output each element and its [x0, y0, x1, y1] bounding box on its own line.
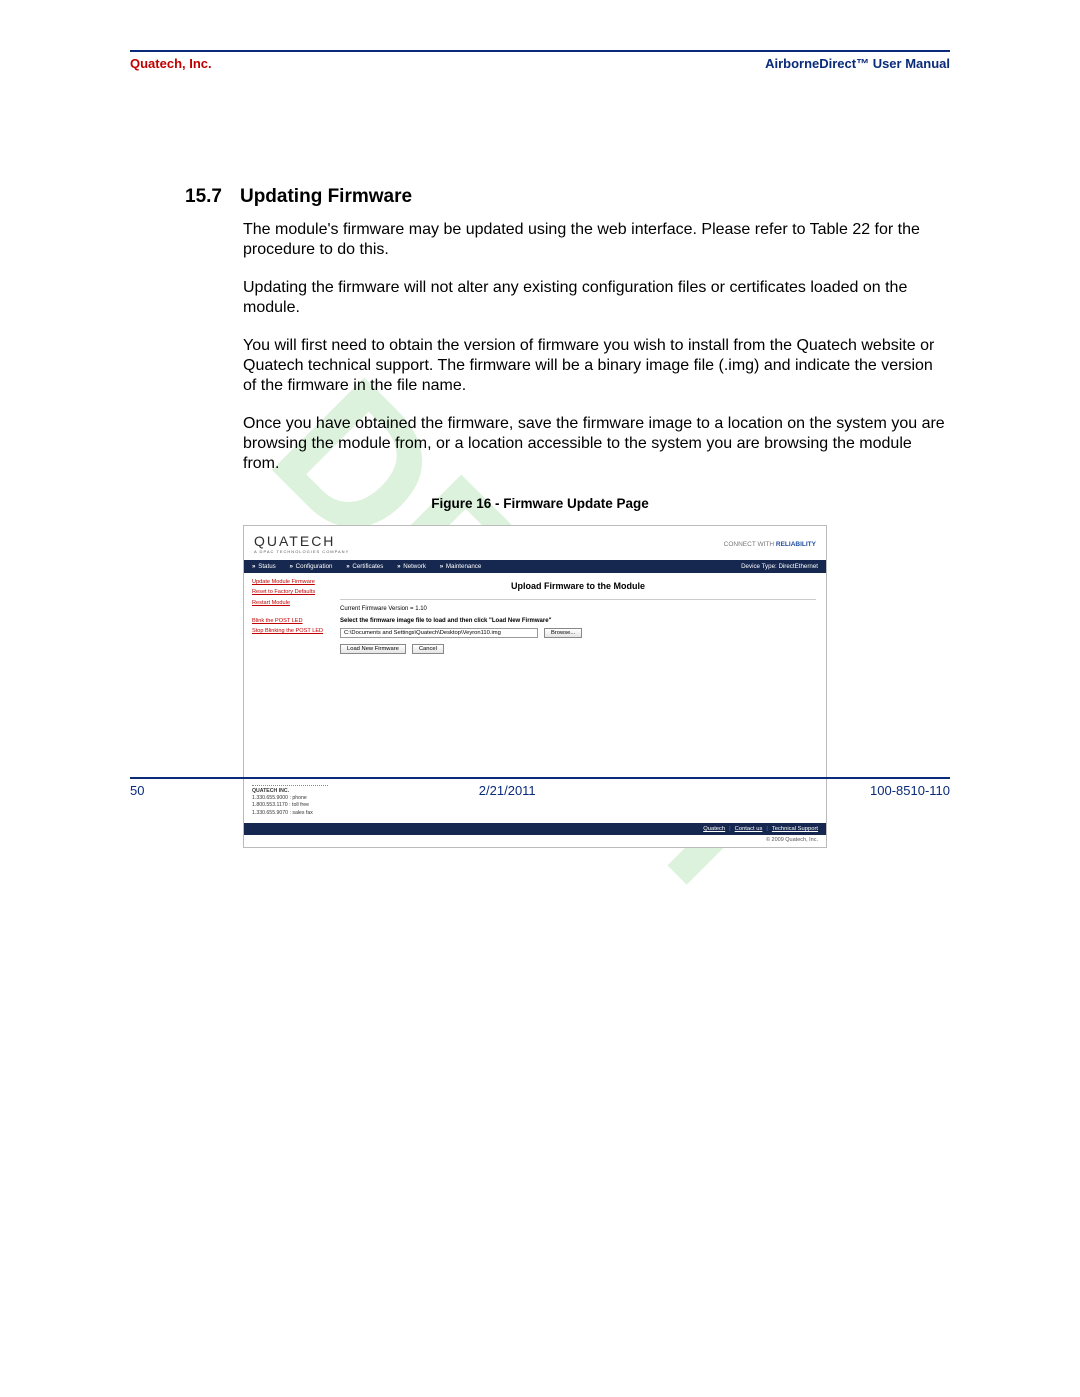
footer-link-contact[interactable]: Contact us	[735, 826, 763, 832]
sidebar-update-firmware[interactable]: Update Module Firmware	[252, 579, 328, 586]
logo-text: QUATECH	[254, 534, 349, 548]
nav-maintenance[interactable]: » Maintenance	[440, 563, 488, 570]
page-footer: 50 2/21/2011 100-8510-110	[130, 779, 950, 798]
footer-date: 2/21/2011	[479, 783, 536, 798]
section-heading: 15.7 Updating Firmware	[185, 186, 950, 208]
firmware-version: Current Firmware Version = 1.10	[340, 606, 816, 612]
nav-network[interactable]: » Network	[397, 563, 432, 570]
header-title: AirborneDirect™ User Manual	[765, 56, 950, 71]
figure-copyright: © 2009 Quatech, Inc.	[244, 835, 826, 847]
nav-status[interactable]: » Status	[252, 563, 282, 570]
browse-button[interactable]: Browse...	[544, 628, 582, 638]
footer-link-quatech[interactable]: Quatech	[703, 826, 725, 832]
footer-doc-number: 100-8510-110	[870, 783, 950, 798]
nav-device-type: Device Type: DirectEthernet	[741, 563, 818, 570]
section-number: 15.7	[185, 186, 222, 208]
firmware-update-figure: QUATECH A DPAC TECHNOLOGIES COMPANY CONN…	[243, 525, 827, 848]
contact-line: 1.330.655.9070 : sales fax	[252, 810, 328, 817]
header-company: Quatech, Inc.	[130, 56, 212, 71]
footer-page-number: 50	[130, 783, 144, 798]
sidebar-reset-defaults[interactable]: Reset to Factory Defaults	[252, 589, 328, 596]
cancel-button[interactable]: Cancel	[412, 644, 444, 654]
contact-line: 1.800.553.1170 : toll free	[252, 802, 328, 809]
body-paragraph: You will first need to obtain the versio…	[243, 336, 950, 396]
footer-link-support[interactable]: Technical Support	[772, 826, 818, 832]
page-header: Quatech, Inc. AirborneDirect™ User Manua…	[130, 52, 950, 71]
logo-subtext: A DPAC TECHNOLOGIES COMPANY	[254, 549, 349, 554]
load-firmware-button[interactable]: Load New Firmware	[340, 644, 406, 654]
file-path-input[interactable]	[340, 628, 538, 638]
body-paragraph: Once you have obtained the firmware, sav…	[243, 414, 950, 474]
nav-bar: » Status » Configuration » Certificates …	[244, 560, 826, 573]
nav-left: » Status » Configuration » Certificates …	[252, 563, 493, 570]
upload-title: Upload Firmware to the Module	[340, 581, 816, 591]
nav-configuration[interactable]: » Configuration	[289, 563, 338, 570]
sidebar-blink-led[interactable]: Blink the POST LED	[252, 618, 328, 625]
section-title: Updating Firmware	[240, 186, 412, 207]
nav-certificates[interactable]: » Certificates	[346, 563, 389, 570]
sidebar-restart-module[interactable]: Restart Module	[252, 600, 328, 607]
figure-caption: Figure 16 - Firmware Update Page	[130, 496, 950, 511]
figure-header: QUATECH A DPAC TECHNOLOGIES COMPANY CONN…	[244, 526, 826, 560]
tagline: CONNECT WITH RELIABILITY	[724, 541, 816, 548]
figure-footer-bar: Quatech | Contact us | Technical Support	[244, 823, 826, 835]
body-paragraph: The module's firmware may be updated usi…	[243, 220, 950, 260]
body-paragraph: Updating the firmware will not alter any…	[243, 278, 950, 318]
sidebar-stop-blink-led[interactable]: Stop Blinking the POST LED	[252, 628, 328, 635]
logo-block: QUATECH A DPAC TECHNOLOGIES COMPANY	[254, 534, 349, 554]
upload-instruction: Select the firmware image file to load a…	[340, 618, 816, 624]
